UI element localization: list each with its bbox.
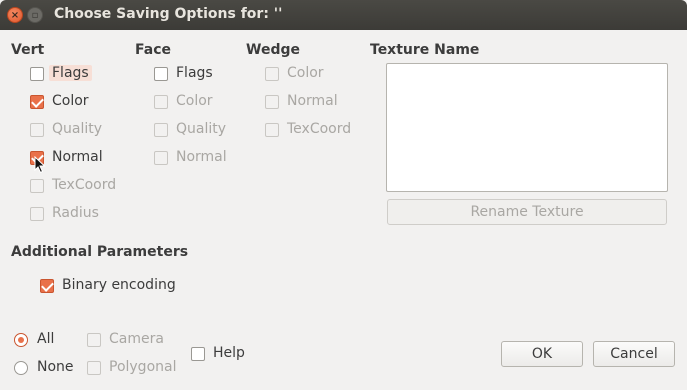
- vert-color-label[interactable]: Color: [52, 93, 89, 109]
- face-color-label: Color: [176, 93, 213, 109]
- camera-label: Camera: [109, 331, 164, 347]
- texture-name-list[interactable]: [386, 63, 668, 192]
- cancel-button[interactable]: Cancel: [593, 341, 675, 367]
- face-quality-checkbox: [154, 123, 168, 137]
- vert-color-checkbox[interactable]: [30, 95, 44, 109]
- binary-encoding-checkbox[interactable]: [40, 279, 54, 293]
- help-checkbox[interactable]: [191, 347, 205, 361]
- none-radio[interactable]: [14, 361, 28, 375]
- face-normal-checkbox: [154, 151, 168, 165]
- vert-quality-checkbox: [30, 123, 44, 137]
- face-flags-checkbox[interactable]: [154, 67, 168, 81]
- ok-button[interactable]: OK: [501, 341, 583, 367]
- vert-normal-label[interactable]: Normal: [52, 149, 103, 165]
- vert-texcoord-checkbox: [30, 179, 44, 193]
- face-color-checkbox: [154, 95, 168, 109]
- vert-heading: Vert: [11, 42, 45, 58]
- vert-flags-checkbox[interactable]: [30, 67, 44, 81]
- vert-radius-label: Radius: [52, 205, 99, 221]
- face-quality-label: Quality: [176, 121, 227, 137]
- polygonal-label: Polygonal: [109, 359, 177, 375]
- face-heading: Face: [135, 42, 171, 58]
- wedge-normal-label: Normal: [287, 93, 338, 109]
- texture-name-heading: Texture Name: [370, 42, 480, 58]
- camera-checkbox: [87, 333, 101, 347]
- additional-parameters-heading: Additional Parameters: [11, 244, 189, 260]
- close-icon[interactable]: ×: [7, 7, 23, 23]
- wedge-normal-checkbox: [265, 95, 279, 109]
- polygonal-checkbox: [87, 361, 101, 375]
- title-bar: × ▫ Choose Saving Options for: '': [0, 0, 687, 30]
- maximize-icon[interactable]: ▫: [27, 7, 43, 23]
- vert-radius-checkbox: [30, 207, 44, 221]
- window-title: Choose Saving Options for: '': [54, 6, 283, 22]
- vert-flags-label[interactable]: Flags: [49, 65, 92, 81]
- wedge-texcoord-label: TexCoord: [287, 121, 352, 137]
- none-label[interactable]: None: [37, 359, 74, 375]
- mouse-cursor-icon: [34, 156, 46, 174]
- rename-texture-button[interactable]: Rename Texture: [387, 199, 667, 225]
- face-flags-label[interactable]: Flags: [176, 65, 213, 81]
- wedge-heading: Wedge: [246, 42, 300, 58]
- binary-encoding-label[interactable]: Binary encoding: [62, 277, 176, 293]
- all-label[interactable]: All: [37, 331, 54, 347]
- face-normal-label: Normal: [176, 149, 227, 165]
- vert-quality-label: Quality: [52, 121, 103, 137]
- wedge-color-checkbox: [265, 67, 279, 81]
- wedge-color-label: Color: [287, 65, 324, 81]
- wedge-texcoord-checkbox: [265, 123, 279, 137]
- vert-texcoord-label: TexCoord: [52, 177, 117, 193]
- help-label[interactable]: Help: [213, 345, 245, 361]
- all-radio[interactable]: [14, 333, 28, 347]
